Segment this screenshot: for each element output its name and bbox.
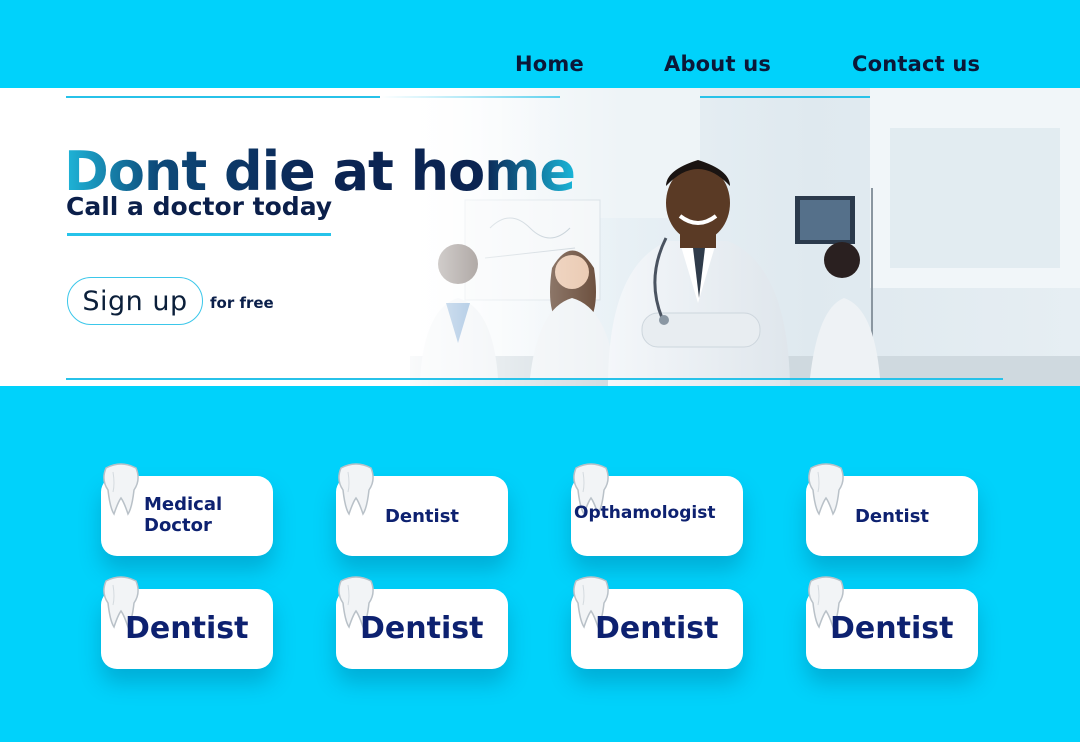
specialty-label: Opthamologist (574, 503, 716, 523)
specialty-card-dentist[interactable]: Dentist (101, 576, 273, 669)
specialty-card-dentist[interactable]: Dentist (571, 576, 743, 669)
specialty-label: Dentist (595, 611, 719, 646)
specialty-card-dentist[interactable]: Dentist (806, 463, 978, 556)
specialty-card-dentist[interactable]: Dentist (806, 576, 978, 669)
nav-about-link[interactable]: About us (664, 52, 771, 76)
headline-underline (67, 233, 331, 236)
specialty-card-dentist[interactable]: Dentist (336, 576, 508, 669)
hero-subheadline: Call a doctor today (66, 192, 333, 221)
nav-home-link[interactable]: Home (515, 52, 584, 76)
specialty-label: Dentist (854, 506, 930, 527)
tooth-icon (103, 463, 139, 516)
hero-banner: Dont die at home Call a doctor today Sig… (0, 88, 1080, 386)
hero-bottom-rule (66, 378, 1003, 380)
top-nav: Home About us Contact us (0, 0, 1080, 88)
specialty-label: Medical Doctor (144, 494, 223, 536)
specialty-card-medical-doctor[interactable]: Medical Doctor (101, 463, 273, 556)
specialty-card-opthamologist[interactable]: Opthamologist (571, 463, 743, 556)
nav-contact-link[interactable]: Contact us (852, 52, 980, 76)
doctors-photo (380, 88, 1080, 386)
signup-note: for free (210, 294, 274, 312)
specialty-label: Dentist (384, 506, 460, 527)
specialty-label: Dentist (125, 611, 249, 646)
doctors-photo-illustration (380, 88, 1080, 386)
specialty-card-dentist[interactable]: Dentist (336, 463, 508, 556)
specialty-label: Dentist (830, 611, 954, 646)
signup-button[interactable]: Sign up (67, 277, 203, 325)
specialty-label: Dentist (360, 611, 484, 646)
